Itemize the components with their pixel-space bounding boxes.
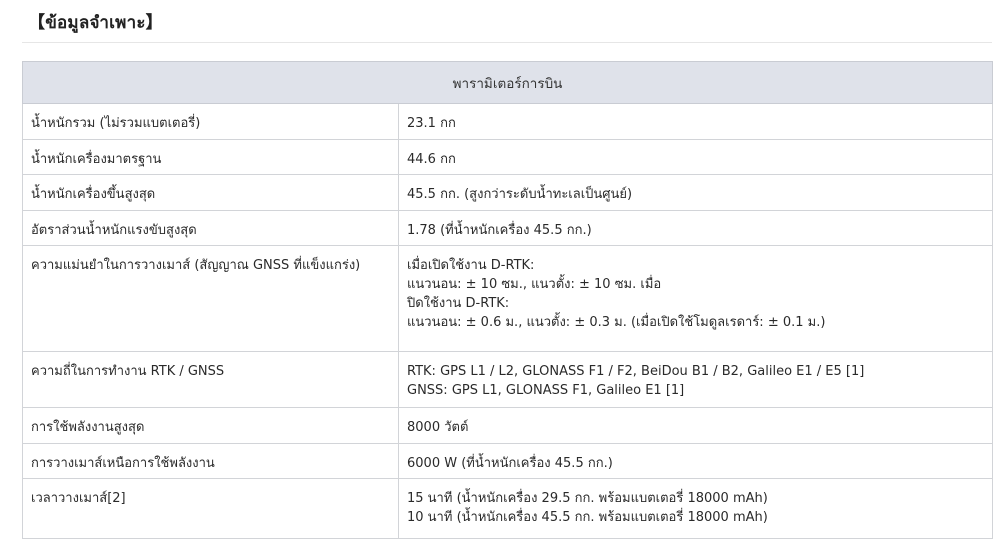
spec-value-line: 8000 วัตต์ bbox=[407, 420, 469, 435]
spec-label: น้ำหนักเครื่องขึ้นสูงสุด bbox=[22, 174, 399, 211]
spec-label: อัตราส่วนน้ำหนักแรงขับสูงสุด bbox=[22, 210, 399, 246]
title-divider bbox=[22, 42, 992, 43]
table-row: การวางเมาส์เหนือการใช้พลังงาน 6000 W (ที่… bbox=[22, 443, 994, 479]
spec-label: การใช้พลังงานสูงสุด bbox=[22, 407, 399, 444]
table-row: ความแม่นยำในการวางเมาส์ (สัญญาณ GNSS ที่… bbox=[22, 245, 994, 352]
spec-value: เมื่อเปิดใช้งาน D-RTK: แนวนอน: ± 10 ซม., … bbox=[397, 245, 994, 352]
table-header-row: พารามิเตอร์การบิน bbox=[21, 61, 994, 104]
spec-value-line: 10 นาที (น้ำหนักเครื่อง 45.5 กก. พร้อมแบ… bbox=[407, 510, 768, 525]
spec-value: 8000 วัตต์ bbox=[397, 407, 994, 444]
spec-value-line: แนวนอน: ± 10 ซม., แนวตั้ง: ± 10 ซม. เมื่… bbox=[407, 277, 662, 292]
spec-label: ความถี่ในการทำงาน RTK / GNSS bbox=[22, 351, 399, 408]
spec-value-line: 6000 W (ที่น้ำหนักเครื่อง 45.5 กก.) bbox=[407, 456, 613, 471]
table-row: น้ำหนักรวม (ไม่รวมแบตเตอรี่) 23.1 กก bbox=[22, 103, 994, 140]
spec-table: พารามิเตอร์การบิน น้ำหนักรวม (ไม่รวมแบตเ… bbox=[21, 61, 994, 539]
section-title: 【ข้อมูลจำเพาะ】 bbox=[28, 13, 163, 33]
table-header: พารามิเตอร์การบิน bbox=[21, 61, 994, 104]
spec-value: 6000 W (ที่น้ำหนักเครื่อง 45.5 กก.) bbox=[397, 443, 994, 479]
spec-value-line: GNSS: GPS L1, GLONASS F1, Galileo E1 [1] bbox=[407, 383, 685, 398]
spec-value-line: ปิดใช้งาน D-RTK: bbox=[407, 296, 510, 311]
spec-value: 44.6 กก bbox=[397, 139, 994, 175]
table-row: น้ำหนักเครื่องมาตรฐาน 44.6 กก bbox=[22, 139, 994, 175]
table-row: การใช้พลังงานสูงสุด 8000 วัตต์ bbox=[22, 407, 994, 444]
spec-label: น้ำหนักเครื่องมาตรฐาน bbox=[22, 139, 399, 175]
table-row: อัตราส่วนน้ำหนักแรงขับสูงสุด 1.78 (ที่น้ำ… bbox=[22, 210, 994, 246]
spec-value-line: 1.78 (ที่น้ำหนักเครื่อง 45.5 กก.) bbox=[407, 223, 592, 238]
spec-label: การวางเมาส์เหนือการใช้พลังงาน bbox=[22, 443, 399, 479]
spec-value-line: 44.6 กก bbox=[407, 152, 456, 167]
spec-value-line: RTK: GPS L1 / L2, GLONASS F1 / F2, BeiDo… bbox=[407, 364, 865, 379]
spec-value-line: 23.1 กก bbox=[407, 116, 456, 131]
table-row: เวลาวางเมาส์[2] 15 นาที (น้ำหนักเครื่อง 2… bbox=[22, 478, 994, 539]
spec-label: เวลาวางเมาส์[2] bbox=[22, 478, 399, 539]
spec-label: ความแม่นยำในการวางเมาส์ (สัญญาณ GNSS ที่… bbox=[22, 245, 399, 352]
spec-value: RTK: GPS L1 / L2, GLONASS F1 / F2, BeiDo… bbox=[397, 351, 994, 408]
table-row: ความถี่ในการทำงาน RTK / GNSS RTK: GPS L1 … bbox=[22, 351, 994, 408]
spec-value: 1.78 (ที่น้ำหนักเครื่อง 45.5 กก.) bbox=[397, 210, 994, 246]
spec-label: น้ำหนักรวม (ไม่รวมแบตเตอรี่) bbox=[22, 103, 399, 140]
spec-value: 15 นาที (น้ำหนักเครื่อง 29.5 กก. พร้อมแบ… bbox=[397, 478, 994, 539]
spec-value-line: 15 นาที (น้ำหนักเครื่อง 29.5 กก. พร้อมแบ… bbox=[407, 491, 768, 506]
spec-value-line: เมื่อเปิดใช้งาน D-RTK: bbox=[407, 258, 535, 273]
spec-value: 23.1 กก bbox=[397, 103, 994, 140]
spec-value-line: แนวนอน: ± 0.6 ม., แนวตั้ง: ± 0.3 ม. (เมื… bbox=[407, 315, 826, 330]
table-row: น้ำหนักเครื่องขึ้นสูงสุด 45.5 กก. (สูงกว่… bbox=[22, 174, 994, 211]
spec-value: 45.5 กก. (สูงกว่าระดับน้ำทะเลเป็นศูนย์) bbox=[397, 174, 994, 211]
spec-value-line: 45.5 กก. (สูงกว่าระดับน้ำทะเลเป็นศูนย์) bbox=[407, 187, 633, 202]
